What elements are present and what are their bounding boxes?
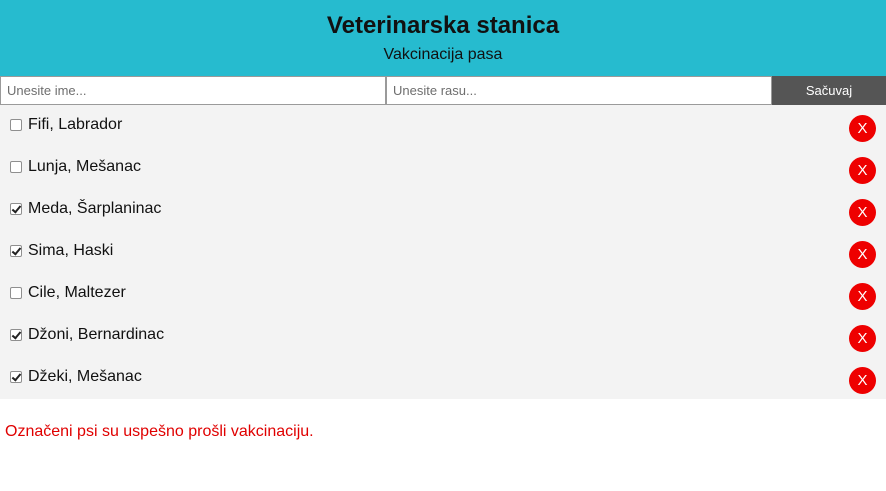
delete-button[interactable]: X — [849, 325, 876, 352]
vaccinated-checkbox[interactable] — [10, 287, 22, 299]
delete-button[interactable]: X — [849, 115, 876, 142]
dog-label: Meda, Šarplaninac — [28, 200, 162, 217]
list-item: Sima, Haski X — [0, 231, 886, 273]
vaccinated-checkbox[interactable] — [10, 371, 22, 383]
dog-label: Fifi, Labrador — [28, 116, 123, 133]
list-item: Cile, Maltezer X — [0, 273, 886, 315]
vaccinated-checkbox[interactable] — [10, 203, 22, 215]
list-item: Džeki, Mešanac X — [0, 357, 886, 399]
app-header: Veterinarska stanica Vakcinacija pasa — [0, 0, 886, 76]
name-input[interactable] — [0, 76, 386, 105]
page-title: Veterinarska stanica — [326, 12, 560, 39]
save-button[interactable]: Sačuvaj — [772, 76, 886, 105]
dog-list: Fifi, Labrador X Lunja, Mešanac X Meda, … — [0, 105, 886, 399]
dog-label: Lunja, Mešanac — [28, 158, 141, 175]
vaccinated-checkbox[interactable] — [10, 161, 22, 173]
dog-label: Cile, Maltezer — [28, 284, 126, 301]
delete-button[interactable]: X — [849, 241, 876, 268]
page-subtitle: Vakcinacija pasa — [383, 46, 503, 63]
dog-label: Džoni, Bernardinac — [28, 326, 165, 343]
vaccinated-checkbox[interactable] — [10, 245, 22, 257]
delete-button[interactable]: X — [849, 283, 876, 310]
dog-label: Džeki, Mešanac — [28, 368, 142, 385]
list-item: Fifi, Labrador X — [0, 105, 886, 147]
delete-button[interactable]: X — [849, 367, 876, 394]
list-item: Lunja, Mešanac X — [0, 147, 886, 189]
vaccinated-checkbox[interactable] — [10, 119, 22, 131]
delete-button[interactable]: X — [849, 157, 876, 184]
status-message: Označeni psi su uspešno prošli vakcinaci… — [5, 423, 314, 440]
vaccinated-checkbox[interactable] — [10, 329, 22, 341]
list-item: Džoni, Bernardinac X — [0, 315, 886, 357]
add-dog-form: Sačuvaj — [0, 76, 886, 105]
breed-input[interactable] — [386, 76, 772, 105]
list-item: Meda, Šarplaninac X — [0, 189, 886, 231]
delete-button[interactable]: X — [849, 199, 876, 226]
dog-label: Sima, Haski — [28, 242, 114, 259]
